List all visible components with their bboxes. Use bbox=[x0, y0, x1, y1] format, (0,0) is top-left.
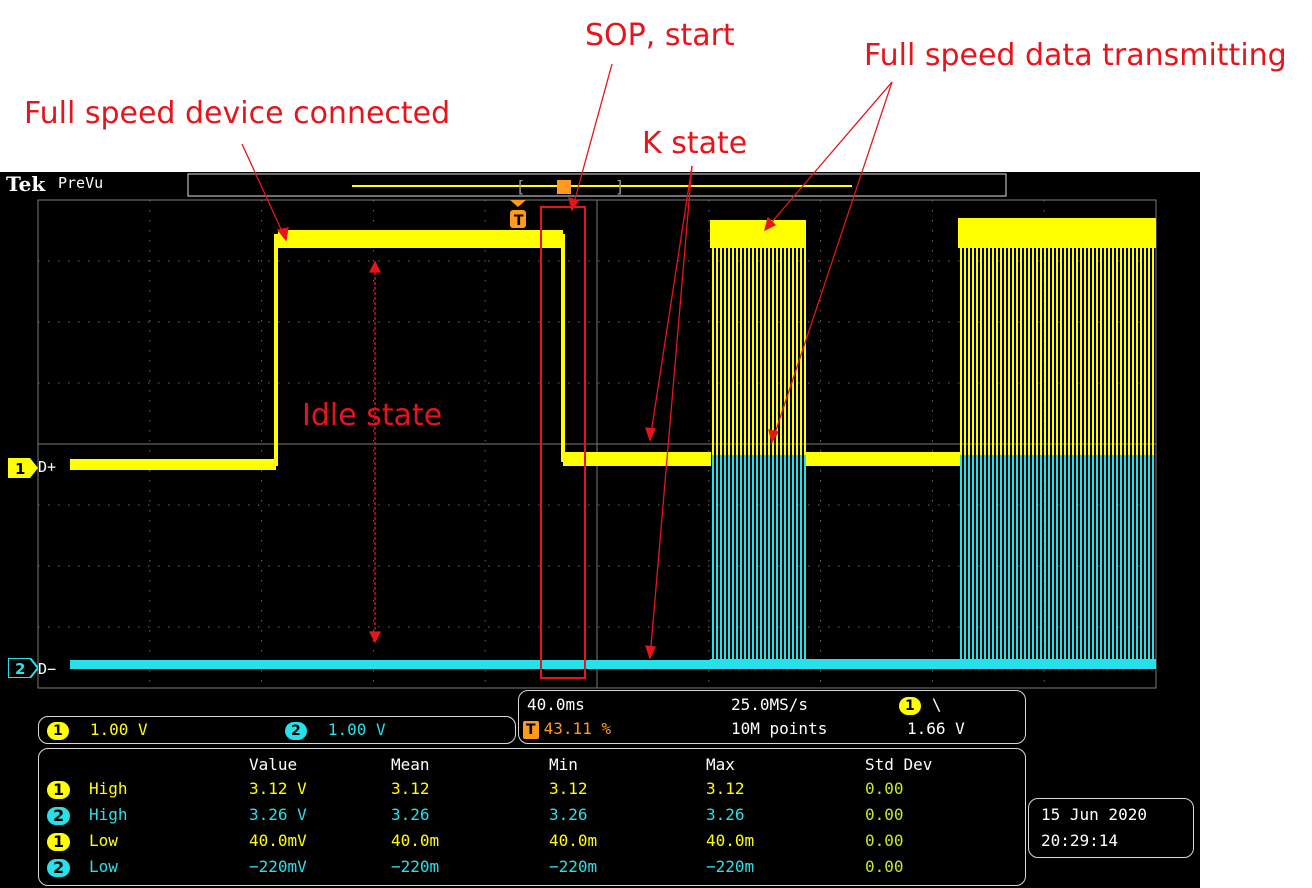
ch1-scale-chip: 1 bbox=[47, 722, 69, 740]
timebase: 40.0ms bbox=[527, 695, 585, 714]
measurement-value: −220m bbox=[549, 857, 598, 876]
record-length: 10M points bbox=[731, 719, 828, 738]
measurement-value: 3.26 bbox=[706, 805, 745, 824]
annotation-fs-connected: Full speed device connected bbox=[24, 96, 451, 131]
channel-scale-panel[interactable]: 1 1.00 V 2 1.00 V bbox=[38, 716, 516, 744]
measurement-header: Mean bbox=[391, 755, 430, 774]
measurement-value: 0.00 bbox=[865, 779, 904, 798]
trigger-position: 43.11 % bbox=[543, 719, 612, 738]
measurement-header: Max bbox=[706, 755, 735, 774]
measurement-channel-chip: 1 bbox=[47, 833, 71, 851]
measurement-channel-chip: 2 bbox=[47, 807, 71, 825]
svg-text:1: 1 bbox=[15, 460, 25, 478]
measurement-channel-chip: 1 bbox=[47, 781, 71, 799]
trigger-slope-icon: \ bbox=[931, 695, 942, 714]
measurement-value: −220m bbox=[706, 857, 755, 876]
annotation-k-state: K state bbox=[642, 126, 748, 161]
trigger-position-icon: T bbox=[523, 721, 539, 739]
measurement-value: 0.00 bbox=[865, 805, 904, 824]
measurement-value: 3.12 bbox=[706, 779, 745, 798]
datetime-panel: 15 Jun 2020 20:29:14 bbox=[1028, 798, 1194, 858]
measurements-panel[interactable]: Value Mean Min Max Std Dev 1 High 3.12 V 3.12 3.… bbox=[38, 748, 1026, 886]
measurement-value: 3.26 V bbox=[249, 805, 307, 824]
ch2-marker[interactable]: 2 bbox=[7, 657, 40, 679]
measurement-label: Low bbox=[89, 857, 118, 876]
measurement-value: 40.0m bbox=[391, 831, 440, 850]
svg-text:2: 2 bbox=[15, 660, 25, 678]
date: 15 Jun 2020 bbox=[1041, 805, 1147, 824]
measurement-value: −220mV bbox=[249, 857, 307, 876]
measurement-value: 0.00 bbox=[865, 857, 904, 876]
tek-logo: Tek bbox=[6, 172, 46, 196]
measurement-label: Low bbox=[89, 831, 118, 850]
trigger-level: 1.66 V bbox=[907, 719, 965, 738]
measurement-value: 40.0m bbox=[549, 831, 598, 850]
annotation-fs-data: Full speed data transmitting bbox=[864, 38, 1287, 73]
measurement-value: 40.0m bbox=[706, 831, 755, 850]
measurement-value: 40.0mV bbox=[249, 831, 307, 850]
ch2-scale-chip: 2 bbox=[285, 722, 307, 740]
measurement-label: High bbox=[89, 805, 128, 824]
ch1-marker[interactable]: 1 bbox=[8, 458, 38, 478]
annotation-idle: Idle state bbox=[302, 398, 443, 433]
measurement-value: 3.26 bbox=[549, 805, 588, 824]
measurement-label: High bbox=[89, 779, 128, 798]
measurement-value: −220m bbox=[391, 857, 440, 876]
measurement-header: Std Dev bbox=[865, 755, 933, 774]
ch2-name: D− bbox=[38, 660, 57, 678]
measurement-value: 3.12 V bbox=[249, 779, 307, 798]
measurement-channel-chip: 2 bbox=[47, 859, 71, 877]
prevu-label: PreVu bbox=[58, 174, 104, 192]
time: 20:29:14 bbox=[1041, 831, 1119, 850]
measurement-value: 0.00 bbox=[865, 831, 904, 850]
measurement-header: Value bbox=[249, 755, 298, 774]
trigger-source-chip: 1 bbox=[899, 697, 921, 715]
ch2-scale: 1.00 V bbox=[327, 720, 386, 739]
measurement-value: 3.12 bbox=[391, 779, 430, 798]
annotation-sop: SOP, start bbox=[585, 18, 735, 53]
measurement-header: Min bbox=[549, 755, 578, 774]
measurement-value: 3.26 bbox=[391, 805, 430, 824]
ch1-name: D+ bbox=[38, 458, 57, 476]
ch1-scale: 1.00 V bbox=[89, 720, 148, 739]
horizontal-info-panel[interactable]: 40.0ms T 43.11 % 25.0MS/s 10M points 1 \… bbox=[518, 690, 1026, 744]
sample-rate: 25.0MS/s bbox=[731, 695, 809, 714]
measurement-value: 3.12 bbox=[549, 779, 588, 798]
